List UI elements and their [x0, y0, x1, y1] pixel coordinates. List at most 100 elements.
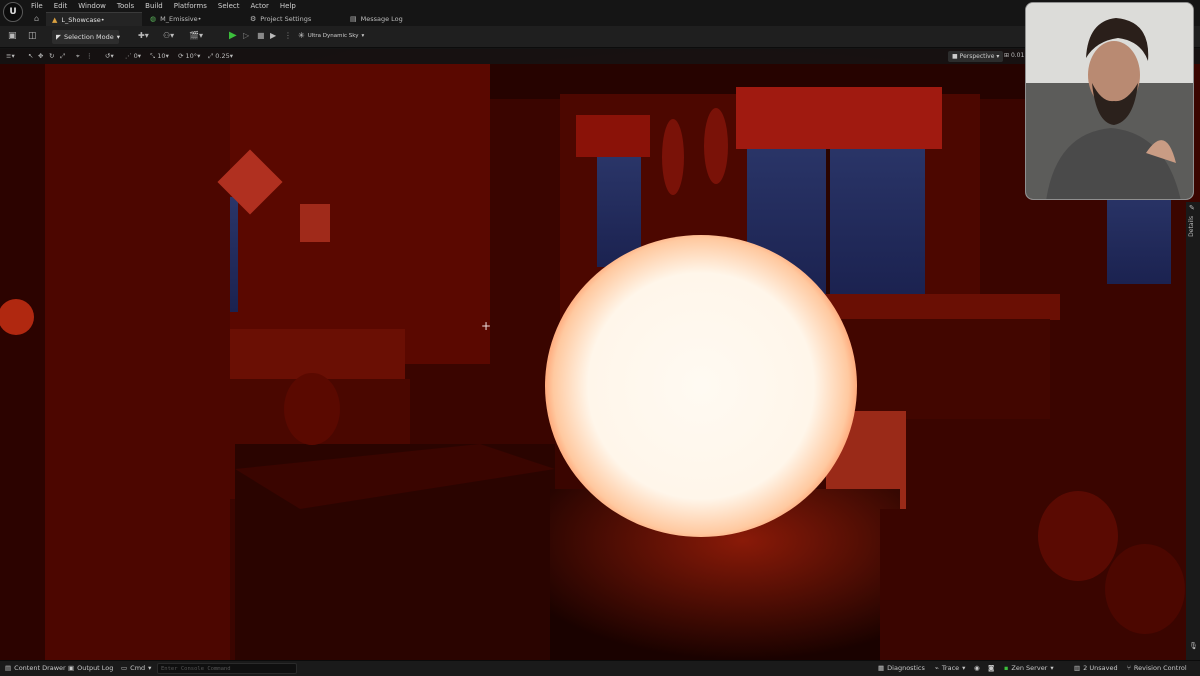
tab-material[interactable]: ◍ M_Emissive• [144, 12, 207, 26]
zen-server-button[interactable]: ▪ Zen Server ▾ [1004, 664, 1054, 672]
step-icon[interactable]: ▷ [243, 31, 249, 40]
menu-platforms[interactable]: Platforms [174, 2, 207, 10]
presenter-webcam-overlay [1025, 2, 1194, 200]
home-icon[interactable]: ⌂ [34, 14, 39, 23]
camera-speed-icon: ⊞ [1004, 52, 1010, 59]
menu-items: File Edit Window Tools Build Platforms S… [31, 0, 296, 11]
menu-actor[interactable]: Actor [251, 2, 269, 10]
viewport-crosshair-icon: + [481, 319, 492, 333]
translate-tool-icon[interactable]: ✥ [38, 52, 43, 60]
save-icon[interactable]: ▣ [8, 31, 17, 41]
sun-icon: ✳ [298, 31, 305, 40]
level-icon: ▲ [52, 15, 58, 24]
surface-snap-icon[interactable]: ↺▾ [105, 52, 114, 60]
zen-server-label: Zen Server [1011, 664, 1048, 672]
output-log-label: Output Log [77, 664, 114, 672]
details-side-tab[interactable]: ✎ Details 🎙 [1186, 202, 1200, 660]
selection-mode-label: Selection Mode [64, 33, 114, 41]
ultra-dynamic-sky-label: Ultra Dynamic Sky [307, 32, 359, 39]
revision-control-label: Revision Control [1133, 664, 1187, 672]
unsaved-button[interactable]: ▥ 2 Unsaved [1074, 664, 1118, 672]
presenter-portrait [1026, 3, 1193, 199]
main-toolbar: ▣ ◫ ◤ Selection Mode ▾ ✚▾ ⚇▾ 🎬▾ ▶ ▷ ■ ▶ … [0, 26, 1200, 48]
play-options-icon[interactable]: ▶ [270, 31, 276, 40]
add-actor-icon[interactable]: ✚▾ [138, 31, 149, 40]
folder-icon: ▤ [5, 664, 12, 672]
revision-control-button[interactable]: ⑂ Revision Control [1127, 664, 1187, 672]
material-icon: ◍ [150, 15, 157, 23]
tab-level[interactable]: ▲ L_Showcase• [46, 12, 142, 26]
level-viewport[interactable]: ≡▾ ↖ ✥ ↻ ⤢ ⌖ ⋮ ↺▾ ⋰ 0▾ ⤡ 10▾ ⟳ 10°▾ ⤢ 0.… [0, 49, 1200, 660]
snap-scale-control[interactable]: ⤢ 0.25▾ [208, 52, 233, 61]
coordinate-space-icon[interactable]: ⌖ [76, 52, 80, 61]
output-log-button[interactable]: ▣ Output Log [68, 664, 113, 672]
chevron-down-icon: ▾ [1050, 664, 1054, 672]
console-command-input[interactable]: Enter Console Command [157, 663, 297, 674]
cinematics-icon[interactable]: 🎬▾ [189, 31, 203, 40]
emissive-light-orb[interactable] [545, 235, 857, 537]
microphone-icon[interactable]: 🎙 [1189, 642, 1198, 650]
camera-speed-control[interactable]: ⊞ 0.01 [1004, 52, 1024, 59]
viewport-options-icon[interactable]: ≡▾ [6, 52, 15, 60]
zen-server-icon: ▪ [1004, 664, 1009, 672]
snap-rotate-control[interactable]: ⟳ 10°▾ [178, 52, 200, 60]
chevron-down-icon: ▾ [361, 32, 365, 39]
tab-message-log-label: Message Log [360, 15, 403, 23]
unsaved-icon: ▥ [1074, 664, 1081, 672]
cmd-dropdown[interactable]: ▭ Cmd ▾ [121, 664, 151, 672]
menu-window[interactable]: Window [78, 2, 106, 10]
mode-icon: ◤ [56, 33, 61, 41]
chevron-down-icon: ▾ [996, 53, 1000, 60]
unreal-logo-icon[interactable]: U [3, 2, 23, 22]
menu-edit[interactable]: Edit [54, 2, 68, 10]
camera-capture-icon[interactable]: ◙ [988, 664, 994, 672]
perspective-button[interactable]: ■ Perspective ▾ [948, 51, 1004, 62]
ultra-dynamic-sky-button[interactable]: ✳ Ultra Dynamic Sky ▾ [298, 31, 364, 40]
content-drawer-button[interactable]: ▤ Content Drawer [5, 664, 66, 672]
cmd-label: Cmd [130, 664, 146, 672]
tab-message-log[interactable]: ▤ Message Log [344, 12, 409, 26]
grid-snap-icon[interactable]: ⋰ 0▾ [125, 52, 141, 60]
viewport-more-icon[interactable]: ⋮ [86, 52, 93, 60]
chevron-down-icon: ▾ [116, 33, 120, 41]
chevron-down-icon: ▾ [148, 664, 152, 672]
unsaved-label: 2 Unsaved [1083, 664, 1118, 672]
log-icon: ▤ [350, 15, 357, 23]
translate-snap-icon: ⤡ [150, 52, 156, 60]
camera-speed-value: 0.01 [1010, 52, 1025, 59]
console-placeholder: Enter Console Command [161, 666, 231, 672]
trace-dropdown[interactable]: ⌁ Trace ▾ [935, 664, 965, 672]
pencil-icon: ✎ [1189, 204, 1195, 212]
record-icon[interactable]: ◉ [974, 664, 980, 672]
status-bar: ▤ Content Drawer ▣ Output Log ▭ Cmd ▾ En… [0, 660, 1200, 676]
trace-icon: ⌁ [935, 664, 939, 672]
snap-translate-control[interactable]: ⤡ 10▾ [150, 52, 169, 61]
menu-select[interactable]: Select [218, 2, 240, 10]
more-options-icon[interactable]: ⋮ [284, 31, 292, 40]
menu-file[interactable]: File [31, 2, 43, 10]
rotate-snap-icon: ⟳ [178, 52, 184, 60]
content-drawer-label: Content Drawer [14, 664, 66, 672]
menu-help[interactable]: Help [280, 2, 296, 10]
selection-mode-button[interactable]: ◤ Selection Mode ▾ [52, 30, 120, 44]
tab-project-settings-label: Project Settings [260, 15, 312, 23]
settings-icon: ⚙ [250, 15, 257, 23]
tab-project-settings[interactable]: ⚙ Project Settings [244, 12, 317, 26]
diagnostics-button[interactable]: ▦ Diagnostics [878, 664, 925, 672]
play-icon[interactable]: ▶ [229, 30, 237, 41]
blueprint-icon[interactable]: ⚇▾ [163, 31, 174, 40]
menu-bar: File Edit Window Tools Build Platforms S… [0, 0, 1200, 11]
terminal-icon: ▭ [121, 664, 128, 672]
menu-build[interactable]: Build [145, 2, 163, 10]
log-icon: ▣ [68, 664, 75, 672]
content-browser-icon[interactable]: ◫ [28, 31, 37, 41]
rotate-tool-icon[interactable]: ↻ [49, 52, 54, 60]
trace-label: Trace [941, 664, 960, 672]
select-tool-icon[interactable]: ↖ [28, 52, 33, 60]
details-label: Details [1188, 216, 1195, 237]
diagnostics-icon: ▦ [878, 664, 885, 672]
diagnostics-label: Diagnostics [887, 664, 925, 672]
scale-tool-icon[interactable]: ⤢ [60, 52, 65, 61]
menu-tools[interactable]: Tools [117, 2, 134, 10]
stop-icon[interactable]: ■ [257, 31, 265, 40]
